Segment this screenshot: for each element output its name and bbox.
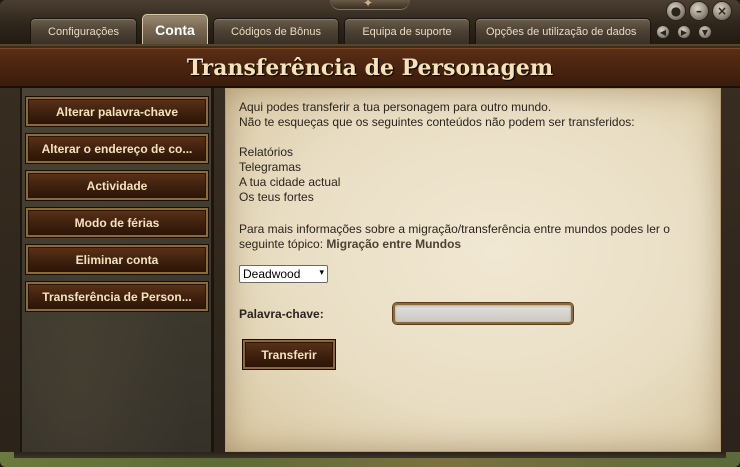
close-icon[interactable]: × (712, 1, 732, 21)
arrow-left-icon[interactable]: ◀ (656, 25, 670, 39)
sidebar-item-alterar-endereco[interactable]: Alterar o endereço de co... (26, 134, 208, 163)
intro-line-1: Aqui podes transferir a tua personagem p… (239, 100, 552, 114)
header-banner: Transferência de Personagem (0, 48, 740, 88)
map-background-strip (0, 452, 740, 467)
password-label: Palavra-chave: (239, 307, 324, 321)
password-input[interactable] (393, 303, 573, 324)
ornament-icon (330, 0, 410, 10)
ok-circle-icon[interactable]: ● (666, 1, 686, 21)
intro-line-2: Não te esqueças que os seguintes conteúd… (239, 115, 635, 129)
tab-configuracoes[interactable]: Configurações (30, 18, 137, 44)
arrow-down-icon[interactable]: ▼ (698, 25, 712, 39)
sidebar-item-alterar-palavra-chave[interactable]: Alterar palavra-chave (26, 97, 208, 126)
world-select-value: Deadwood (243, 267, 301, 281)
tab-equipa-de-suporte[interactable]: Equipa de suporte (344, 18, 470, 44)
sidebar-item-transferencia[interactable]: Transferência de Person... (26, 282, 208, 311)
non-transferable-list: Relatórios Telegramas A tua cidade actua… (239, 145, 340, 205)
window: Configurações Conta Códigos de Bônus Equ… (0, 0, 740, 467)
page-title: Transferência de Personagem (186, 54, 554, 81)
title-bar: Configurações Conta Códigos de Bônus Equ… (0, 0, 740, 46)
sidebar-item-eliminar-conta[interactable]: Eliminar conta (26, 245, 208, 274)
sidebar-item-actividade[interactable]: Actividade (26, 171, 208, 200)
main-panel: Aqui podes transferir a tua personagem p… (225, 88, 721, 452)
chevron-down-icon: ▾ (319, 268, 324, 278)
list-item: Os teus fortes (239, 190, 314, 204)
minimize-icon[interactable]: – (689, 1, 709, 21)
intro-text: Aqui podes transferir a tua personagem p… (239, 100, 635, 130)
world-select[interactable]: Deadwood ▾ (239, 265, 328, 283)
sidebar: Alterar palavra-chave Alterar o endereço… (20, 88, 214, 452)
migration-link[interactable]: Migração entre Mundos (326, 237, 461, 251)
sidebar-item-modo-de-ferias[interactable]: Modo de férias (26, 208, 208, 237)
list-item: A tua cidade actual (239, 175, 341, 189)
arrow-right-icon[interactable]: ▶ (677, 25, 691, 39)
tab-codigos-de-bonus[interactable]: Códigos de Bônus (213, 18, 339, 44)
tab-opcoes-de-utilizacao[interactable]: Opções de utilização de dados (475, 18, 651, 44)
list-item: Telegramas (239, 160, 302, 174)
list-item: Relatórios (239, 145, 294, 159)
tab-bar: Configurações Conta Códigos de Bônus Equ… (30, 14, 656, 46)
transfer-button[interactable]: Transferir (243, 340, 335, 369)
tab-conta[interactable]: Conta (142, 14, 208, 44)
tab-nav-controls: ◀ ▶ ▼ (649, 25, 712, 39)
info-text-block: Para mais informações sobre a migração/t… (239, 222, 717, 252)
window-controls: ● – × (663, 1, 732, 21)
